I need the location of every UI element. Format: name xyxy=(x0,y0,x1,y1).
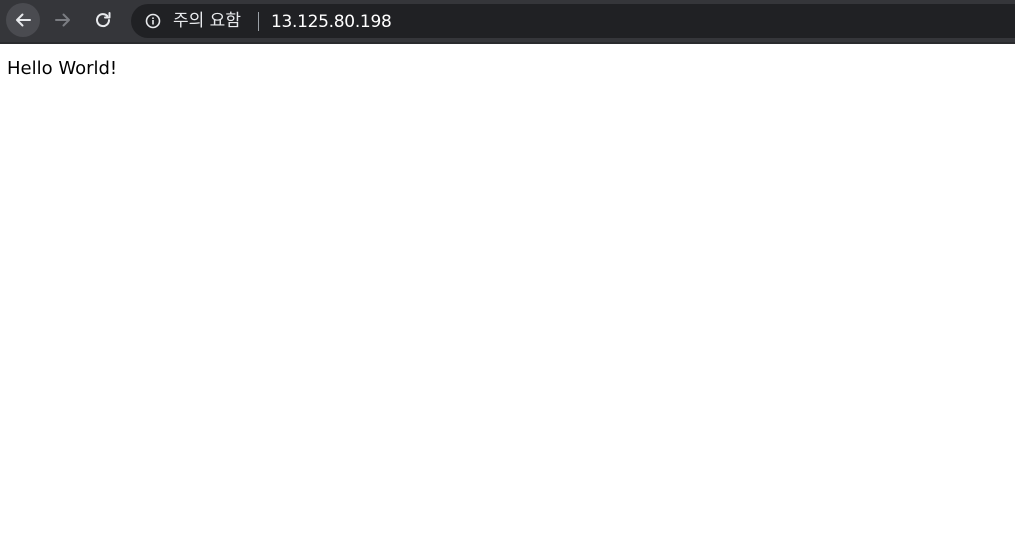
browser-toolbar: 주의 요함 13.125.80.198 xyxy=(0,0,1015,42)
reload-button[interactable] xyxy=(86,3,120,37)
omnibox-separator xyxy=(258,12,259,31)
security-status-label[interactable]: 주의 요함 xyxy=(173,10,241,32)
arrow-left-icon xyxy=(16,13,31,27)
page-viewport: Hello World! xyxy=(0,44,1015,555)
address-bar[interactable]: 주의 요함 13.125.80.198 xyxy=(131,4,1015,38)
info-icon[interactable] xyxy=(145,13,161,29)
page-body-text: Hello World! xyxy=(7,58,118,79)
reload-icon xyxy=(96,12,111,28)
forward-button[interactable] xyxy=(46,3,80,37)
arrow-right-icon xyxy=(55,13,70,27)
back-button[interactable] xyxy=(6,3,40,37)
url-text[interactable]: 13.125.80.198 xyxy=(271,11,392,33)
